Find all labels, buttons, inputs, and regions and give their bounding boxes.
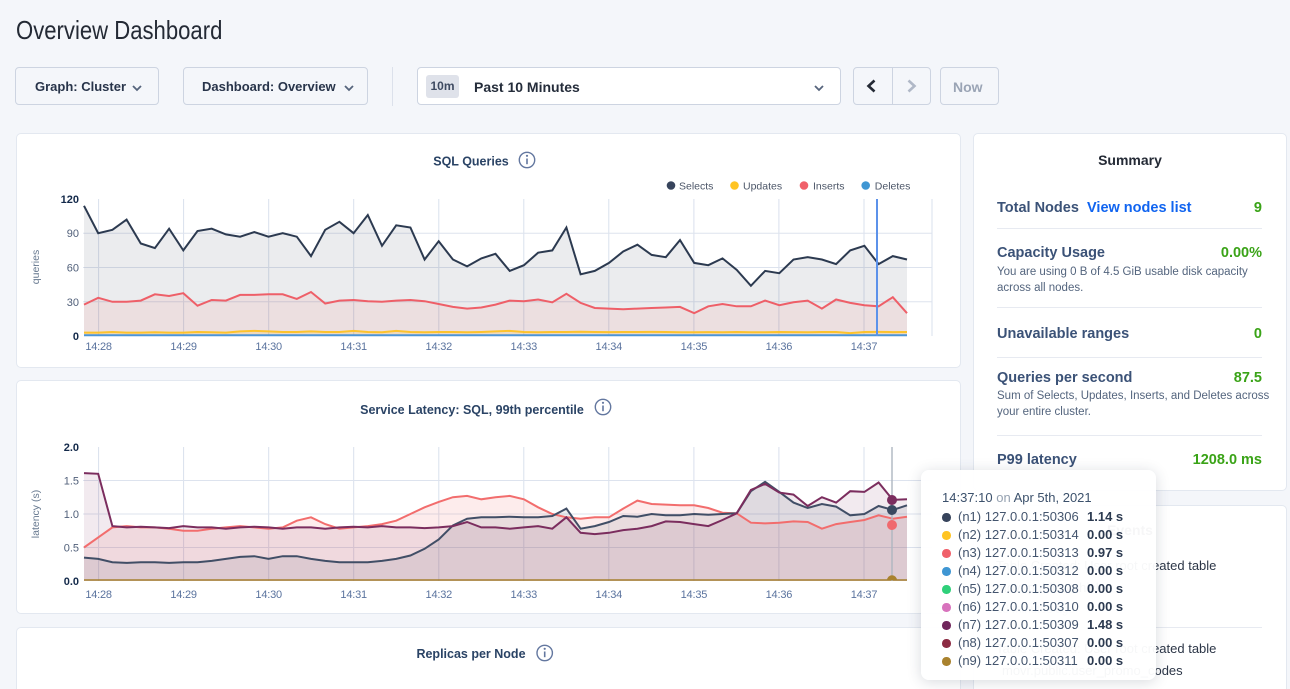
svg-text:Deletes: Deletes: [875, 181, 911, 193]
svg-text:14:33: 14:33: [511, 341, 538, 353]
svg-text:Replicas per Node: Replicas per Node: [416, 647, 525, 661]
svg-text:Inserts: Inserts: [813, 181, 845, 193]
svg-text:90: 90: [67, 228, 79, 240]
svg-text:Updates: Updates: [743, 181, 782, 193]
svg-text:14:37: 14:37: [851, 341, 878, 353]
svg-text:0.5: 0.5: [64, 543, 79, 555]
svg-text:14:35: 14:35: [681, 589, 708, 601]
svg-text:14:31: 14:31: [340, 341, 367, 353]
svg-text:14:37: 14:37: [851, 589, 878, 601]
svg-text:14:30: 14:30: [255, 589, 282, 601]
svg-text:120: 120: [61, 194, 79, 206]
svg-text:14:30: 14:30: [255, 341, 282, 353]
svg-text:latency (s): latency (s): [30, 490, 42, 538]
svg-text:Selects: Selects: [679, 181, 713, 193]
svg-text:14:32: 14:32: [426, 589, 453, 601]
svg-text:14:35: 14:35: [681, 341, 708, 353]
svg-text:1.0: 1.0: [64, 509, 79, 521]
svg-text:14:29: 14:29: [170, 341, 197, 353]
svg-text:14:31: 14:31: [340, 589, 367, 601]
svg-text:queries: queries: [30, 250, 42, 284]
svg-text:0.0: 0.0: [64, 576, 79, 588]
svg-text:14:33: 14:33: [511, 589, 538, 601]
svg-text:14:28: 14:28: [85, 341, 112, 353]
svg-text:1.5: 1.5: [64, 476, 79, 488]
svg-text:60: 60: [67, 263, 79, 275]
svg-text:14:36: 14:36: [766, 341, 793, 353]
svg-text:14:28: 14:28: [85, 589, 112, 601]
svg-text:14:36: 14:36: [766, 589, 793, 601]
svg-text:2.0: 2.0: [64, 442, 79, 454]
svg-text:0: 0: [73, 331, 79, 343]
svg-text:14:32: 14:32: [426, 341, 453, 353]
svg-text:30: 30: [67, 297, 79, 309]
svg-text:14:34: 14:34: [596, 341, 623, 353]
svg-text:14:34: 14:34: [596, 589, 623, 601]
svg-text:14:29: 14:29: [170, 589, 197, 601]
svg-text:SQL Queries: SQL Queries: [433, 155, 509, 169]
svg-text:Service Latency: SQL, 99th per: Service Latency: SQL, 99th percentile: [360, 403, 584, 417]
